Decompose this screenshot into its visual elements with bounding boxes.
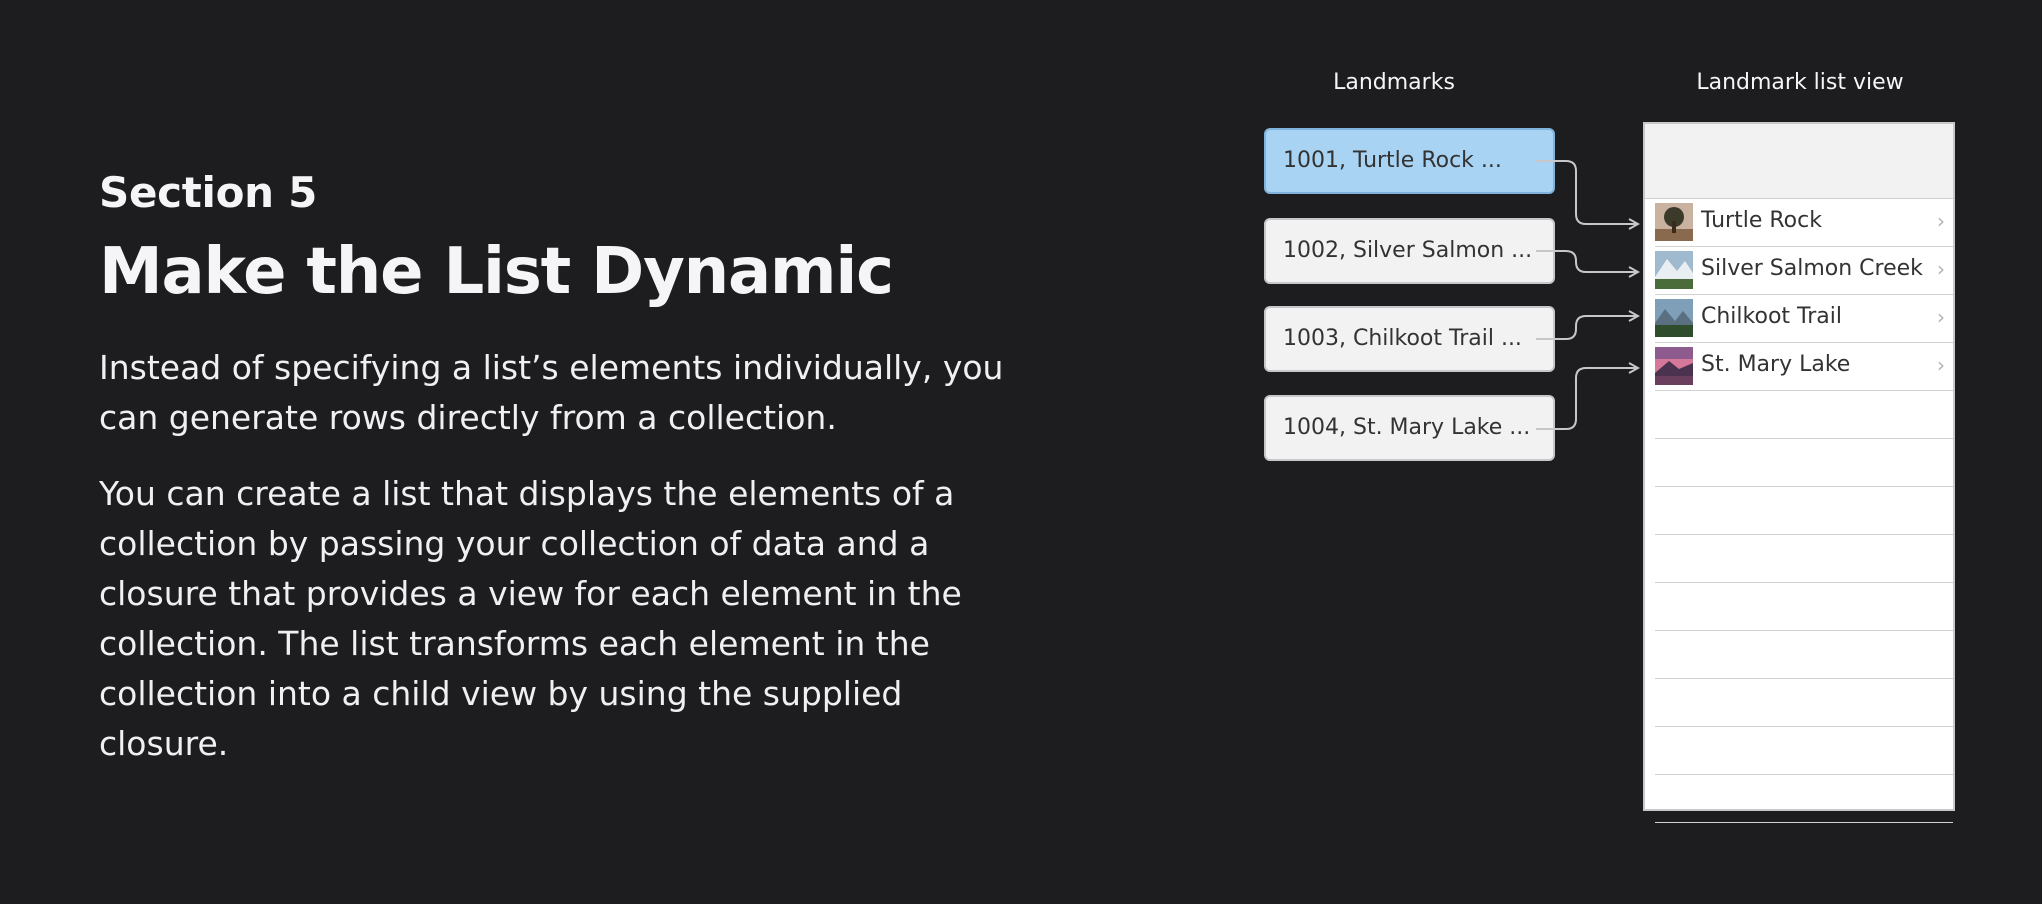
landmark-data-1001: 1001, Turtle Rock ... bbox=[1264, 128, 1555, 194]
list-row-st-mary-lake[interactable]: St. Mary Lake › bbox=[1655, 342, 1953, 391]
list-row-chilkoot-trail[interactable]: Chilkoot Trail › bbox=[1655, 294, 1953, 343]
chevron-right-icon: › bbox=[1937, 353, 1945, 377]
landmark-list-view: Turtle Rock › Silver Salmon Creek › Chil… bbox=[1643, 122, 1955, 823]
silver-salmon-creek-thumbnail-icon bbox=[1655, 251, 1693, 289]
page-title: Make the List Dynamic bbox=[99, 235, 894, 309]
landmark-data-1003: 1003, Chilkoot Trail ... bbox=[1264, 306, 1555, 372]
landmark-data-1002: 1002, Silver Salmon ... bbox=[1264, 218, 1555, 284]
empty-list-row bbox=[1655, 630, 1953, 679]
empty-list-row bbox=[1655, 534, 1953, 583]
body-paragraph: You can create a list that displays the … bbox=[99, 474, 962, 764]
empty-list-row bbox=[1655, 726, 1953, 775]
empty-list-row bbox=[1655, 582, 1953, 631]
landmark-list-view-label: Landmark list view bbox=[1696, 70, 1904, 95]
empty-list-row bbox=[1655, 438, 1953, 487]
empty-list-row bbox=[1655, 486, 1953, 535]
intro-paragraph: Instead of specifying a list’s elements … bbox=[99, 348, 1004, 438]
section-label: Section 5 bbox=[99, 168, 318, 217]
turtle-rock-thumbnail-icon bbox=[1655, 203, 1693, 241]
list-navigation-header bbox=[1645, 124, 1953, 199]
row-label: Silver Salmon Creek bbox=[1701, 256, 1923, 281]
landmark-data-1004: 1004, St. Mary Lake ... bbox=[1264, 395, 1555, 461]
empty-list-row bbox=[1655, 774, 1953, 823]
chevron-right-icon: › bbox=[1937, 209, 1945, 233]
st-mary-lake-thumbnail-icon bbox=[1655, 347, 1693, 385]
chevron-right-icon: › bbox=[1937, 257, 1945, 281]
landmarks-label: Landmarks bbox=[1333, 70, 1455, 95]
row-label: Turtle Rock bbox=[1701, 208, 1822, 233]
text-column: Section 5 Make the List Dynamic Instead … bbox=[99, 168, 1019, 795]
row-label: St. Mary Lake bbox=[1701, 352, 1851, 377]
list-row-turtle-rock[interactable]: Turtle Rock › bbox=[1655, 198, 1953, 247]
chevron-right-icon: › bbox=[1937, 305, 1945, 329]
row-label: Chilkoot Trail bbox=[1701, 304, 1842, 329]
list-row-silver-salmon-creek[interactable]: Silver Salmon Creek › bbox=[1655, 246, 1953, 295]
empty-list-row bbox=[1655, 390, 1953, 439]
empty-list-row bbox=[1655, 678, 1953, 727]
chilkoot-trail-thumbnail-icon bbox=[1655, 299, 1693, 337]
